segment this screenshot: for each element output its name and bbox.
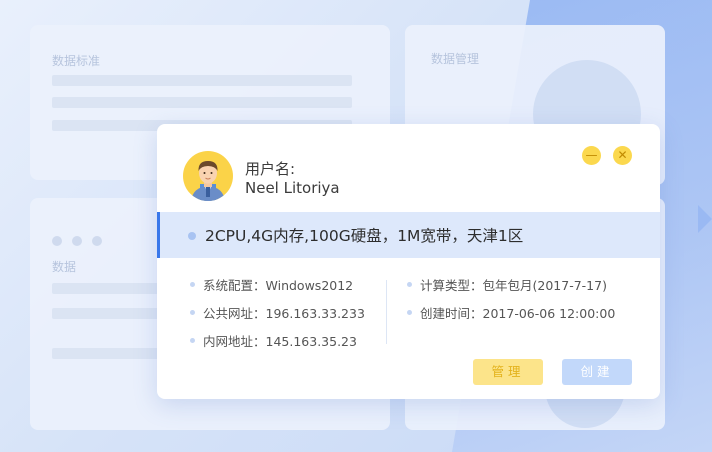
background-panel-right-title: 数据管理 [431, 52, 480, 66]
info-public-ip: 公共网址：196.163.33.233 [190, 303, 365, 322]
placeholder-bar [52, 97, 352, 108]
spec-summary-bar: 2CPU,4G内存,100G硬盘，1M宽带，天津1区 [157, 212, 660, 258]
background-panel-left-title: 数据标准 [52, 54, 101, 68]
column-divider [386, 280, 387, 344]
close-icon: ✕ [617, 148, 628, 162]
placeholder-dot [72, 236, 82, 246]
user-avatar-icon [183, 151, 233, 201]
info-label: 系统配置： [203, 278, 266, 293]
info-value: Windows2012 [265, 278, 354, 293]
close-button[interactable]: ✕ [613, 146, 632, 165]
username-label: 用户名: [245, 160, 296, 178]
placeholder-bar [52, 75, 352, 86]
bullet-icon [407, 310, 412, 315]
info-private-ip: 内网地址：145.163.35.23 [190, 331, 357, 350]
info-value: 包年包月(2017-7-17) [482, 278, 607, 293]
info-billing-type: 计算类型：包年包月(2017-7-17) [407, 275, 607, 294]
info-label: 内网地址： [203, 334, 266, 349]
bullet-icon [188, 232, 196, 240]
info-value: 2017-06-06 12:00:00 [482, 306, 616, 321]
info-system-config: 系统配置：Windows2012 [190, 275, 353, 294]
info-created-time: 创建时间：2017-06-06 12:00:00 [407, 303, 615, 322]
manage-button[interactable]: 管理 [473, 359, 543, 385]
bullet-icon [190, 282, 195, 287]
server-info-dialog: 用户名: Neel Litoriya — ✕ 2CPU,4G内存,100G硬盘，… [157, 124, 660, 399]
minimize-icon: — [585, 148, 598, 162]
info-label: 计算类型： [420, 278, 483, 293]
bullet-icon [190, 310, 195, 315]
info-value: 196.163.33.233 [265, 306, 365, 321]
bullet-icon [190, 338, 195, 343]
username-value: Neel Litoriya [245, 179, 340, 197]
create-button[interactable]: 创建 [562, 359, 632, 385]
background-arrow-shape [698, 205, 712, 233]
spec-summary-text: 2CPU,4G内存,100G硬盘，1M宽带，天津1区 [205, 227, 524, 245]
info-label: 公共网址： [203, 306, 266, 321]
bullet-icon [407, 282, 412, 287]
placeholder-dot [92, 236, 102, 246]
info-value: 145.163.35.23 [265, 334, 357, 349]
info-label: 创建时间： [420, 306, 483, 321]
minimize-button[interactable]: — [582, 146, 601, 165]
placeholder-dot [52, 236, 62, 246]
background-panel-lower-title: 数据 [52, 260, 77, 274]
